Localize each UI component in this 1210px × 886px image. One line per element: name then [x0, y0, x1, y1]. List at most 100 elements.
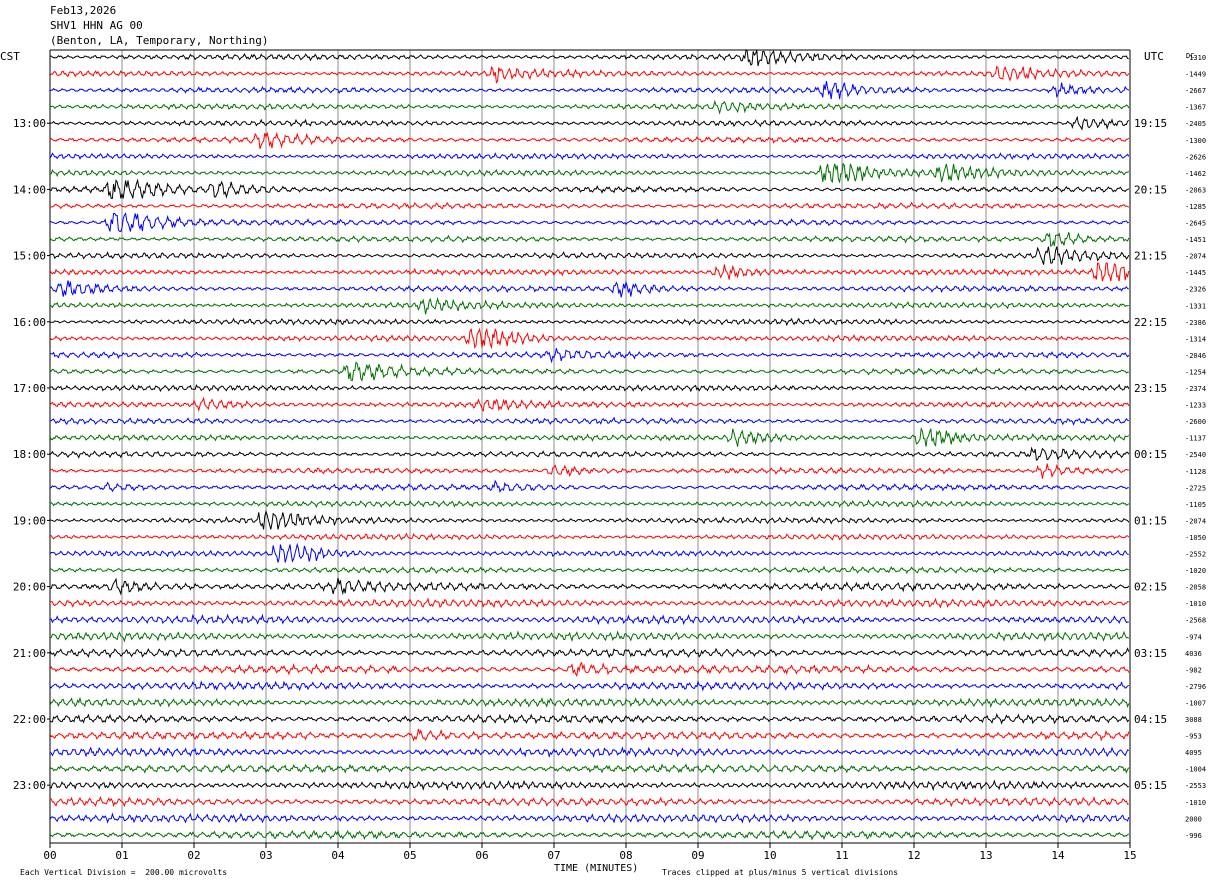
dc-offset-label: -1310	[1185, 54, 1206, 62]
seismic-trace	[49, 348, 1130, 364]
right-hour-label: 23:15	[1134, 382, 1167, 395]
right-hour-label: 22:15	[1134, 316, 1167, 329]
dc-offset-label: -1233	[1185, 402, 1206, 410]
dc-offset-label: -2540	[1185, 451, 1206, 459]
dc-offset-label: -1105	[1185, 501, 1206, 509]
seismic-trace	[49, 565, 1129, 575]
seismic-trace	[49, 296, 1129, 315]
dc-offset-label: -2374	[1185, 385, 1206, 393]
x-axis-title: TIME (MINUTES)	[554, 863, 639, 874]
seismic-trace	[49, 327, 1130, 350]
dc-offset-label: -2796	[1185, 683, 1206, 691]
x-tick-label: 07	[547, 849, 560, 862]
dc-offset-label: -1128	[1185, 468, 1206, 476]
seismic-trace	[49, 232, 1130, 248]
dc-offset-label: -2553	[1185, 782, 1206, 790]
x-tick-label: 04	[331, 849, 345, 862]
trace-group	[49, 49, 1130, 841]
dc-offset-label: -2725	[1185, 484, 1206, 492]
minute-grid	[49, 49, 1131, 848]
seismic-trace	[49, 763, 1130, 774]
seismic-trace	[49, 81, 1130, 100]
seismic-trace	[49, 152, 1130, 161]
right-hour-label: 03:15	[1134, 647, 1167, 660]
dc-offset-label: -1314	[1185, 335, 1206, 343]
x-tick-label: 09	[691, 849, 704, 862]
dc-offset-label: -1331	[1185, 302, 1206, 310]
seismic-trace	[49, 746, 1130, 759]
seismic-trace	[49, 728, 1130, 742]
dc-offset-label: -2074	[1185, 517, 1206, 525]
dc-offset-label: -2552	[1185, 551, 1206, 559]
seismic-trace	[49, 65, 1130, 84]
x-tick-label: 02	[187, 849, 200, 862]
seismic-trace	[49, 201, 1130, 210]
left-hour-label: 20:00	[13, 581, 46, 594]
seismic-trace	[49, 795, 1129, 808]
right-hour-label: 00:15	[1134, 448, 1167, 461]
dc-offset-label: 4095	[1185, 749, 1202, 757]
right-hour-label: 05:15	[1134, 779, 1167, 792]
dc-offset-label: -2326	[1185, 286, 1206, 294]
dc-offset-label: -1004	[1185, 766, 1206, 774]
right-hour-label: 01:15	[1134, 514, 1167, 527]
seismic-trace	[49, 162, 1130, 184]
seismic-trace	[49, 262, 1130, 282]
seismic-trace	[49, 713, 1130, 725]
axis-labels: 00 01 02 03 04 05 06 07 08 09 10 11 12 13 14 15 -1310 -14…	[13, 54, 1206, 862]
seismic-trace	[49, 661, 1130, 678]
dc-offset-label: 2000	[1185, 815, 1202, 823]
x-tick-label: 03	[259, 849, 272, 862]
seismic-trace	[49, 680, 1130, 692]
dc-offset-label: -1050	[1185, 534, 1206, 542]
seismic-trace	[49, 246, 1130, 265]
dc-offset-label: -1451	[1185, 236, 1206, 244]
dc-offset-label: -1010	[1185, 799, 1206, 807]
x-tick-label: 15	[1123, 849, 1136, 862]
x-tick-label: 13	[979, 849, 992, 862]
seismic-trace	[49, 212, 1129, 233]
dc-offset-label: -953	[1185, 733, 1202, 741]
dc-offset-label: -1367	[1185, 104, 1206, 112]
right-hour-label: 21:15	[1134, 250, 1167, 263]
right-hour-label: 19:15	[1134, 117, 1167, 130]
dc-offset-label: -2600	[1185, 418, 1206, 426]
seismic-trace	[49, 178, 1130, 199]
seismic-trace	[49, 131, 1130, 149]
left-hour-label: 17:00	[13, 382, 46, 395]
dc-offset-label: -1020	[1185, 567, 1206, 575]
left-hour-label: 19:00	[13, 514, 46, 527]
dc-offset-label: -2405	[1185, 120, 1206, 128]
x-tick-label: 12	[907, 849, 920, 862]
seismic-trace	[49, 509, 1130, 530]
left-hour-label: 16:00	[13, 316, 46, 329]
seismic-trace	[49, 49, 1129, 67]
right-hour-label: 02:15	[1134, 581, 1167, 594]
seismic-trace	[49, 383, 1130, 393]
dc-offset-label: -2568	[1185, 617, 1206, 625]
dc-offset-label: -2626	[1185, 153, 1206, 161]
dc-offset-label: -1445	[1185, 269, 1206, 277]
dc-offset-label: 3088	[1185, 716, 1202, 724]
dc-offset-label: -2667	[1185, 87, 1206, 95]
x-tick-label: 06	[475, 849, 488, 862]
seismic-trace	[49, 613, 1129, 626]
dc-offset-label: -1010	[1185, 600, 1206, 608]
seismic-trace	[49, 115, 1130, 131]
dc-offset-label: -1007	[1185, 699, 1206, 707]
x-tick-label: 00	[43, 849, 56, 862]
dc-offset-label: -2074	[1185, 253, 1206, 261]
seismic-trace	[49, 812, 1130, 824]
left-hour-label: 23:00	[13, 779, 46, 792]
seismic-trace	[49, 499, 1130, 509]
seismic-trace	[49, 479, 1129, 493]
left-hour-label: 14:00	[13, 183, 46, 196]
seismic-trace	[49, 532, 1130, 541]
x-tick-label: 05	[403, 849, 416, 862]
left-hour-label: 21:00	[13, 647, 46, 660]
seismic-trace	[49, 597, 1129, 609]
right-hour-label: 20:15	[1134, 183, 1167, 196]
dc-offset-label: -1300	[1185, 137, 1206, 145]
seismic-trace	[50, 317, 1130, 327]
dc-offset-label: -982	[1185, 666, 1202, 674]
